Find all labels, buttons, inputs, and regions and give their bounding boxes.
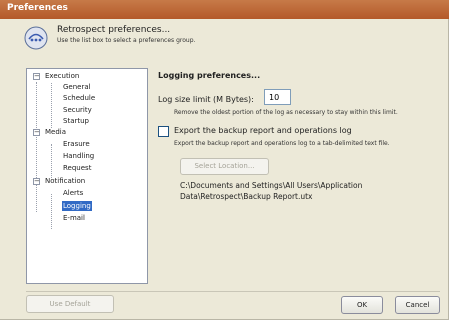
- tree-group-execution[interactable]: Execution: [45, 71, 79, 81]
- tree-connector: [36, 82, 37, 212]
- tree-item-erasure[interactable]: Erasure: [63, 139, 90, 149]
- export-path: C:\Documents and Settings\All Users\Appl…: [180, 180, 440, 202]
- tree-item-schedule[interactable]: Schedule: [63, 93, 95, 103]
- select-location-button[interactable]: Select Location...: [180, 158, 269, 175]
- header-subtitle: Use the list box to select a preferences…: [57, 37, 196, 44]
- log-size-note: Remove the oldest portion of the log as …: [174, 109, 398, 116]
- export-label[interactable]: Export the backup report and operations …: [174, 126, 352, 135]
- tree-item-email[interactable]: E-mail: [63, 213, 85, 223]
- preferences-dialog: Preferences Retrospect preferences... Us…: [0, 0, 449, 320]
- export-checkbox[interactable]: [158, 126, 169, 137]
- section-title: Logging preferences...: [158, 71, 261, 80]
- collapse-toggle-icon[interactable]: −: [33, 129, 40, 136]
- tree-group-media[interactable]: Media: [45, 127, 66, 137]
- export-path-line-1: C:\Documents and Settings\All Users\Appl…: [180, 181, 363, 190]
- log-size-label: Log size limit (M Bytes):: [158, 95, 254, 104]
- tree-item-security[interactable]: Security: [63, 105, 92, 115]
- export-note: Export the backup report and operations …: [174, 140, 390, 147]
- collapse-toggle-icon[interactable]: −: [33, 73, 40, 80]
- footer-divider: [26, 291, 440, 292]
- title-bar[interactable]: Preferences: [0, 0, 449, 19]
- tree-connector: [51, 83, 52, 128]
- log-size-input[interactable]: 10: [264, 89, 291, 105]
- use-default-button[interactable]: Use Default: [26, 295, 114, 313]
- tree-connector: [51, 194, 52, 229]
- dialog-header: Retrospect preferences... Use the list b…: [0, 19, 449, 61]
- cancel-button[interactable]: Cancel: [395, 296, 440, 314]
- retrospect-logo-icon: [24, 26, 48, 50]
- tree-item-logging[interactable]: Logging: [62, 201, 92, 211]
- tree-item-alerts[interactable]: Alerts: [63, 188, 83, 198]
- tree-item-handling[interactable]: Handling: [63, 151, 94, 161]
- header-title: Retrospect preferences...: [57, 25, 171, 35]
- tree-connector: [51, 144, 52, 178]
- tree-item-startup[interactable]: Startup: [63, 116, 89, 126]
- ok-button[interactable]: OK: [341, 296, 383, 314]
- window-title: Preferences: [7, 3, 68, 13]
- tree-item-request[interactable]: Request: [63, 163, 91, 173]
- tree-item-general[interactable]: General: [63, 82, 91, 92]
- collapse-toggle-icon[interactable]: −: [33, 178, 40, 185]
- export-path-line-2: Data\Retrospect\Backup Report.utx: [180, 192, 313, 201]
- tree-group-notification[interactable]: Notification: [45, 176, 85, 186]
- preferences-tree[interactable]: − Execution General Schedule Security St…: [26, 68, 148, 284]
